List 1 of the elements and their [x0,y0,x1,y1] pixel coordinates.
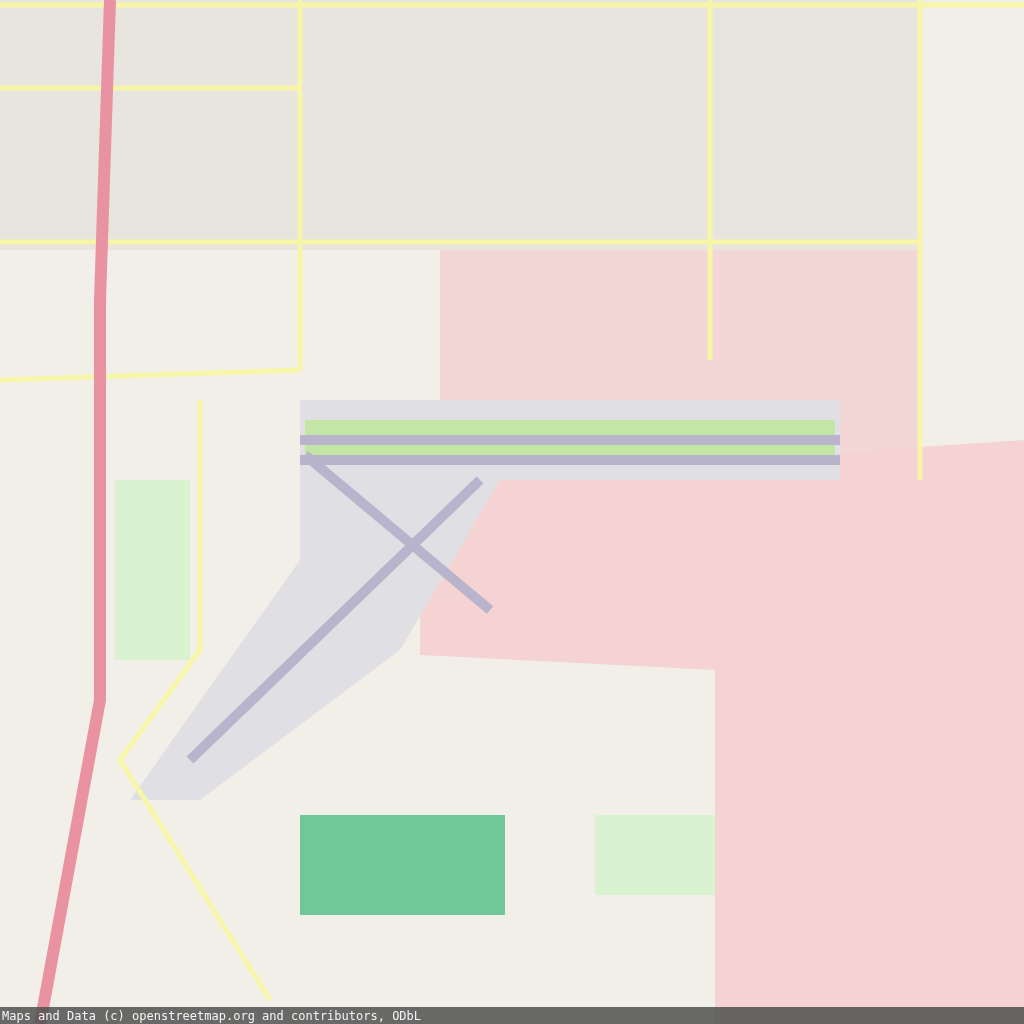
attribution-text: Maps and Data (c) openstreetmap.org and contributors, ODbL [2,1008,422,1023]
